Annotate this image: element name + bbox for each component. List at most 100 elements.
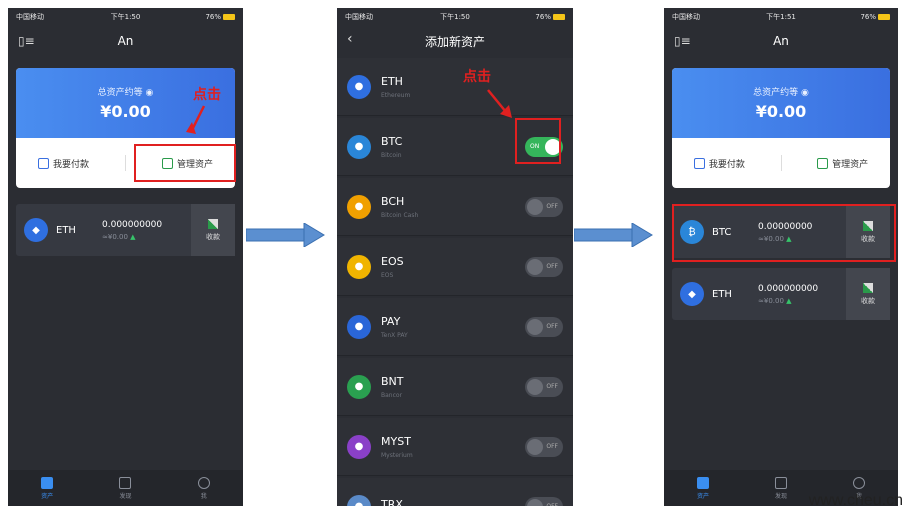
tab-browser-label: 发现 [119,492,132,500]
asset-row-pay: ● PAY TenX PAY OFF [337,298,573,356]
phone-screen-add-assets: 中国移动 下午1:50 76% ‹ 添加新资产 ● ETH Ethereum ● BTC… [337,8,573,506]
asset-full-name: EOS [381,271,394,279]
wallet-menu-icon[interactable]: ▯≡ [674,34,691,48]
asset-symbol: EOS [381,254,404,268]
total-assets-text: 总资产约等 [753,88,799,98]
flow-arrow-icon [574,223,653,247]
total-assets-amount: ¥0.00 [755,102,807,121]
btc-logo-icon: ● [347,134,371,159]
tab-assets[interactable]: 资产 [41,476,54,500]
asset-toggle[interactable]: OFF [525,376,563,397]
tap-callout: 点击 [193,87,221,103]
asset-toggle[interactable]: OFF [525,256,563,277]
coin-symbol: ETH [712,288,732,300]
profile-tab-icon [852,476,865,489]
tab-assets[interactable]: 资产 [696,476,709,500]
time-label: 下午1:50 [110,13,141,21]
asset-toggle[interactable]: OFF [525,316,563,337]
manage-assets-button[interactable]: 管理资产 [809,152,876,175]
toggle-label: OFF [546,202,558,210]
flow-arrow-icon [246,223,325,247]
asset-toggle[interactable]: OFF [525,496,563,506]
eth-logo-icon: ◆ [680,282,704,306]
tab-browser[interactable]: 发现 [119,476,132,500]
total-assets-label: 总资产约等 ◉ [98,85,154,98]
asset-full-name: Bancor [381,391,403,399]
qr-icon [863,282,873,293]
nav-bar: ▯≡ An [664,30,898,52]
tab-me[interactable]: 我 [197,476,210,500]
coin-fiat: ≈¥0.00 ▲ [758,297,846,305]
coin-symbol: ETH [56,224,76,236]
asset-toggle[interactable]: OFF [525,196,563,217]
pay-button-label: 我要付款 [52,159,89,170]
asset-row-eth: ● ETH Ethereum [337,58,573,116]
coin-values: 0.000000000 ≈¥0.00 ▲ [758,284,846,305]
page-title: An [117,34,134,48]
tab-assets-label: 资产 [696,492,709,500]
battery-label: 76% [205,13,221,21]
total-assets-card: 总资产约等 ◉ ¥0.00 我要付款 管理资产 [672,68,890,188]
asset-full-name: Bitcoin [381,151,402,159]
pay-button[interactable]: 我要付款 [30,152,97,175]
receive-label: 收款 [206,232,220,241]
myst-logo-icon: ● [347,434,371,459]
asset-row-myst: ● MYST Mysterium OFF [337,418,573,476]
wallet-menu-icon[interactable]: ▯≡ [18,34,35,48]
eye-icon[interactable]: ◉ [146,88,154,98]
back-chevron-icon[interactable]: ‹ [347,31,353,47]
asset-row-eos: ● EOS EOS OFF [337,238,573,296]
asset-full-name: Ethereum [381,91,411,99]
page-title: 添加新资产 [424,34,485,49]
trx-logo-icon: ● [347,494,371,506]
tab-assets-label: 资产 [41,492,54,500]
status-bar: 中国移动 下午1:51 76% [664,8,898,26]
eos-logo-icon: ● [347,254,371,279]
asset-text: MYST Mysterium [381,435,525,459]
coin-row-eth[interactable]: ◆ ETH 0.000000000 ≈¥0.00 ▲ 收款 [16,204,235,256]
asset-text: BCH Bitcoin Cash [381,195,525,219]
profile-tab-icon [197,476,210,489]
trend-up-icon: ▲ [786,296,792,305]
toggle-knob [527,318,543,335]
asset-row-bnt: ● BNT Bancor OFF [337,358,573,416]
total-assets-text: 总资产约等 [97,88,143,98]
asset-toggle[interactable]: OFF [525,436,563,457]
receive-button[interactable]: 收款 [191,204,235,256]
toggle-label: OFF [546,262,558,270]
asset-text: BTC Bitcoin [381,135,525,159]
manage-icon [817,157,829,169]
coin-row-eth[interactable]: ◆ ETH 0.000000000 ≈¥0.00 ▲ 收款 [672,268,890,320]
tab-me-label: 我 [200,492,207,500]
status-bar: 中国移动 下午1:50 76% [337,8,573,26]
pay-icon [693,157,705,169]
battery-indicator: 76% [817,13,891,21]
time-label: 下午1:50 [440,13,470,21]
asset-symbol: MYST [381,434,411,448]
highlight-btc-toggle [515,118,561,164]
receive-button[interactable]: 收款 [846,268,890,320]
divider [780,155,782,171]
time-label: 下午1:51 [766,13,796,21]
tab-browser[interactable]: 发现 [774,476,787,500]
asset-row-bch: ● BCH Bitcoin Cash OFF [337,178,573,236]
pay-button-label: 我要付款 [708,159,745,170]
red-arrow-icon [487,89,512,118]
tab-bar: 资产 发现 我 [8,470,243,506]
total-assets-amount: ¥0.00 [100,102,151,121]
toggle-knob [527,378,543,395]
carrier-label: 中国移动 [672,13,700,21]
asset-actions: 我要付款 管理资产 [672,138,890,188]
phone-screen-wallet: 中国移动 下午1:50 76% ▯≡ An 总资产约等 ◉ ¥0.00 我要付款… [8,8,243,506]
manage-button-label: 管理资产 [832,159,869,170]
asset-text: EOS EOS [381,255,525,279]
toggle-label: OFF [546,322,558,330]
coin-fiat-value: ≈¥0.00 [758,296,784,305]
pay-button[interactable]: 我要付款 [686,152,753,175]
carrier-label: 中国移动 [345,13,373,21]
coin-fiat: ≈¥0.00 ▲ [102,233,191,241]
page-title: An [773,34,789,48]
battery-indicator: 76% [162,13,235,21]
eye-icon[interactable]: ◉ [801,88,809,98]
asset-full-name: TenX PAY [381,331,408,339]
